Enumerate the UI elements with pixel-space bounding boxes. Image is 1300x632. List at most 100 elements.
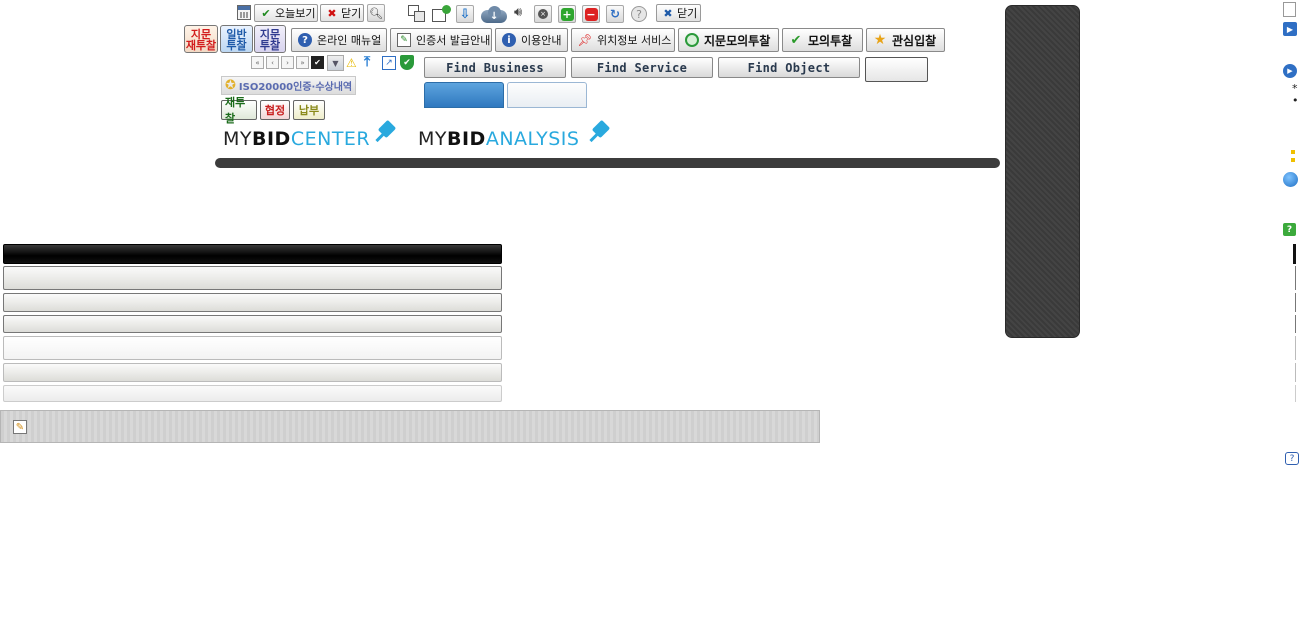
pin-icon: 📌︎: [577, 33, 593, 47]
fingerprint-bid-button[interactable]: 지문 투찰: [254, 25, 286, 53]
mock-bid-label: 모의투찰: [808, 33, 853, 48]
calendar-icon[interactable]: [237, 5, 251, 20]
header-divider-bar: [215, 158, 1000, 168]
list-item[interactable]: [3, 363, 502, 382]
general-bid-button[interactable]: 일반 투찰: [220, 25, 253, 53]
list-item[interactable]: [3, 385, 502, 402]
speaker-icon[interactable]: 🔊︎: [514, 5, 522, 20]
yellow-marker: [1291, 150, 1295, 162]
edge-line: [1294, 293, 1296, 312]
download-icon[interactable]: ⇩: [456, 5, 474, 23]
side-dark-panel: [1005, 5, 1080, 338]
agreement-button[interactable]: 협정: [260, 100, 290, 120]
location-service-button[interactable]: 📌︎ 위치정보 서비스: [571, 28, 675, 52]
star-icon: ★: [873, 32, 887, 48]
blank-button[interactable]: [865, 57, 928, 82]
stop-icon[interactable]: ×: [534, 5, 552, 23]
close-icon: ✖: [327, 6, 337, 20]
payment-button[interactable]: 납부: [293, 100, 325, 120]
external-link-icon[interactable]: ↗: [382, 56, 396, 70]
certificate-guide-button[interactable]: ✎ 인증서 발급안내: [390, 28, 492, 52]
fingerprint-icon: [685, 33, 699, 47]
refresh-icon[interactable]: ↻: [606, 5, 624, 23]
edge-line: [1293, 244, 1296, 264]
certificate-guide-label: 인증서 발급안내: [416, 34, 491, 47]
memo-icon[interactable]: ✎: [13, 420, 27, 434]
tab-active[interactable]: [424, 82, 504, 108]
close-label: 닫기: [341, 6, 362, 20]
close-button-2[interactable]: ✖ 닫기: [656, 4, 701, 22]
info-icon: i: [502, 33, 516, 47]
interest-bid-label: 관심입찰: [892, 33, 937, 48]
find-business-button[interactable]: Find Business: [424, 57, 566, 78]
logo-analysis-post: ANALYSIS: [485, 128, 580, 150]
fingerprint-mock-bid-label: 지문모의투찰: [704, 33, 771, 48]
blue-circle-icon[interactable]: [1283, 172, 1298, 187]
iso-award-label: ISO20000인증·수상내역: [238, 82, 353, 93]
award-medal-icon: ✪: [225, 78, 236, 93]
find-service-button[interactable]: Find Service: [571, 57, 713, 78]
edge-line: [1294, 385, 1296, 402]
copy-window-icon[interactable]: [408, 5, 426, 23]
help-icon[interactable]: ?: [631, 6, 647, 22]
pin-icon-center: [372, 119, 398, 146]
fingerprint-rebid-line2: 재투찰: [185, 39, 217, 52]
pin-icon-analysis: [586, 119, 612, 146]
play-circle-icon[interactable]: ▶: [1283, 64, 1297, 78]
play-square-icon[interactable]: ▶: [1283, 22, 1297, 36]
online-manual-button[interactable]: ? 온라인 매뉴얼: [291, 28, 387, 52]
edit-document-icon: ✎: [397, 33, 411, 47]
logo-analysis-bold: BID: [447, 128, 486, 150]
rebid-button[interactable]: 재투찰: [221, 96, 257, 125]
document-icon[interactable]: [1283, 2, 1296, 17]
logo-center-pre: MY: [223, 128, 252, 150]
fingerprint-rebid-button[interactable]: 지문 재투찰: [184, 25, 218, 53]
edge-line: [1294, 363, 1296, 382]
cloud-download-icon[interactable]: ↓: [479, 5, 509, 23]
checkbox-checked-icon[interactable]: ✔: [311, 56, 324, 69]
list-item[interactable]: [3, 336, 502, 360]
mybidcenter-logo[interactable]: MYBIDCENTER: [223, 128, 370, 150]
logo-center-bold: BID: [252, 128, 291, 150]
close-button[interactable]: ✖ 닫기: [320, 4, 364, 22]
green-help-icon[interactable]: ?: [1283, 223, 1296, 236]
prev-page-icon[interactable]: ‹: [266, 56, 279, 69]
mybidanalysis-logo[interactable]: MYBIDANALYSIS: [418, 128, 579, 150]
upload-top-icon[interactable]: ⤒: [364, 54, 370, 70]
usage-guide-button[interactable]: i 이용안내: [495, 28, 568, 52]
fingerprint-bid-line2: 투찰: [259, 39, 281, 52]
check-icon: ✔: [261, 6, 271, 20]
fingerprint-mock-bid-button[interactable]: 지문모의투찰: [678, 28, 779, 52]
general-bid-line2: 투찰: [226, 39, 247, 52]
check-icon-green: ✔: [790, 32, 802, 48]
today-view-button[interactable]: ✔ 오늘보기: [254, 4, 318, 22]
list-item[interactable]: [3, 293, 502, 312]
tab-inactive[interactable]: [507, 82, 587, 108]
today-view-label: 오늘보기: [275, 6, 316, 20]
iso-award-banner[interactable]: ✪ ISO20000인증·수상내역: [221, 76, 356, 95]
list-item[interactable]: [3, 315, 502, 333]
mock-bid-button[interactable]: ✔ 모의투찰: [782, 28, 863, 52]
edge-line: [1294, 336, 1296, 360]
shield-check-icon: ✔: [400, 55, 414, 70]
last-page-icon[interactable]: »: [296, 56, 309, 69]
dropdown-icon[interactable]: ▼: [327, 55, 344, 71]
edge-line: [1294, 315, 1296, 333]
first-page-icon[interactable]: «: [251, 56, 264, 69]
zoom-in-icon[interactable]: +: [558, 5, 576, 23]
memo-bar: ✎: [0, 410, 820, 443]
bullet-mark: •: [1292, 94, 1299, 107]
question-circle-icon: ?: [298, 33, 312, 47]
search-icon[interactable]: 🔍︎: [367, 4, 385, 22]
edge-line: [1294, 266, 1296, 290]
list-header-row: [3, 244, 502, 264]
usage-guide-label: 이용안내: [521, 34, 562, 47]
logo-center-post: CENTER: [290, 128, 371, 150]
list-item[interactable]: [3, 266, 502, 290]
interest-bid-button[interactable]: ★ 관심입찰: [866, 28, 945, 52]
next-page-icon[interactable]: ›: [281, 56, 294, 69]
zoom-out-icon[interactable]: −: [582, 5, 600, 23]
add-window-icon[interactable]: [432, 5, 452, 23]
help-bubble-icon[interactable]: ?: [1285, 452, 1299, 465]
find-object-button[interactable]: Find Object: [718, 57, 860, 78]
